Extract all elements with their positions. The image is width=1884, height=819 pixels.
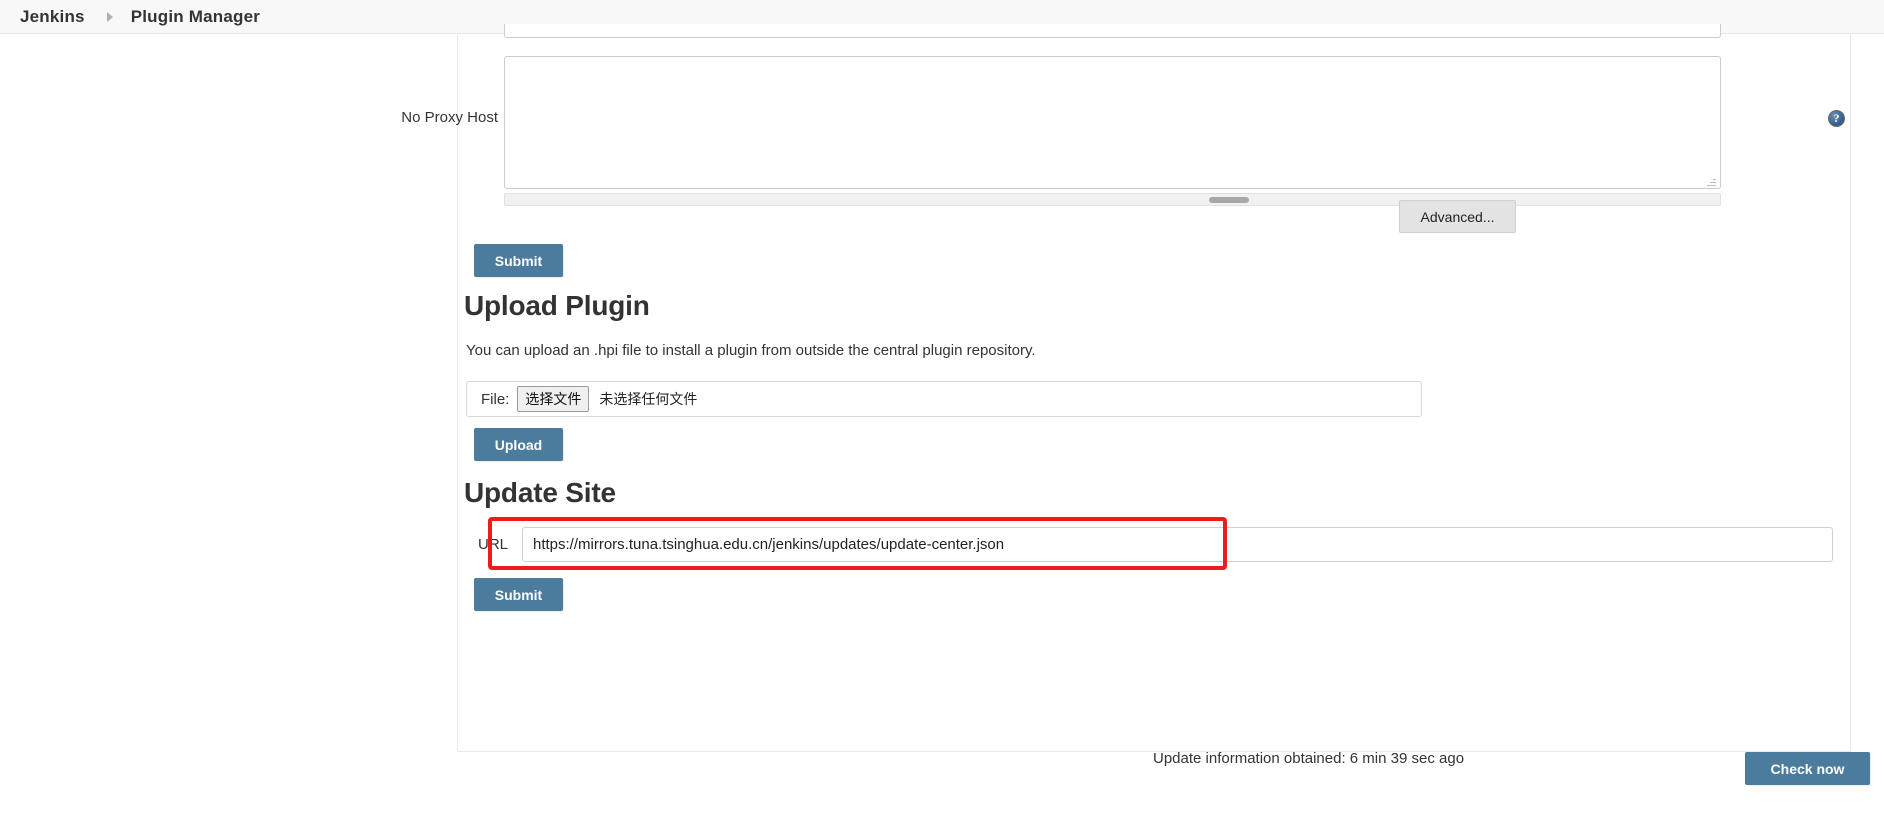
update-information-status: Update information obtained: 6 min 39 se… [1153,750,1465,767]
update-site-url-row: URL [464,527,1833,562]
horizontal-scrollbar[interactable] [504,193,1721,206]
submit-update-site-button[interactable]: Submit [474,578,563,611]
file-label: File: [481,390,510,408]
page-root: Jenkins Plugin Manager No Proxy Host ? A… [0,0,1884,819]
advanced-button[interactable]: Advanced... [1399,200,1516,233]
chevron-right-icon [106,11,113,22]
upload-button[interactable]: Upload [474,428,563,461]
update-site-title: Update Site [464,477,616,508]
scrollbar-thumb[interactable] [1209,197,1249,203]
no-proxy-host-input[interactable] [504,56,1721,189]
upload-plugin-title: Upload Plugin [464,290,650,321]
file-upload-row: File: 选择文件 未选择任何文件 [466,381,1422,417]
proxy-field-cutoff[interactable] [504,24,1721,38]
breadcrumb-plugin-manager[interactable]: Plugin Manager [131,7,260,27]
url-label: URL [477,536,508,553]
upload-plugin-description: You can upload an .hpi file to install a… [466,342,1036,359]
file-status-text: 未选择任何文件 [599,391,698,407]
choose-file-button[interactable]: 选择文件 [517,386,590,412]
breadcrumb-jenkins[interactable]: Jenkins [20,7,85,27]
help-circle-icon[interactable]: ? [1828,110,1845,127]
update-site-url-input[interactable] [522,527,1833,562]
main-content-panel: No Proxy Host ? Advanced... Submit Uploa… [401,24,1851,752]
check-now-button[interactable]: Check now [1745,752,1870,785]
submit-proxy-button[interactable]: Submit [474,244,563,277]
no-proxy-host-label: No Proxy Host [401,109,498,126]
